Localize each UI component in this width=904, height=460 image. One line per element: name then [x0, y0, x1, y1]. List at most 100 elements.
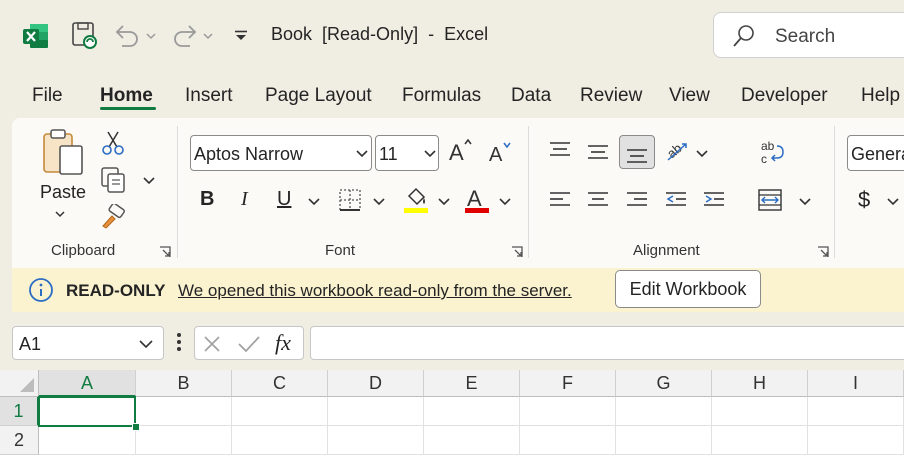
- wrap-text-icon[interactable]: ab c: [759, 138, 787, 166]
- accounting-format-button[interactable]: $: [858, 187, 870, 213]
- borders-icon[interactable]: [338, 188, 362, 212]
- cell-c1[interactable]: [232, 397, 328, 426]
- cell-d2[interactable]: [328, 426, 424, 455]
- increase-font-size-icon[interactable]: A: [448, 138, 474, 164]
- column-header-e[interactable]: E: [424, 370, 520, 397]
- select-all-corner[interactable]: [0, 370, 39, 397]
- cell-f1[interactable]: [520, 397, 616, 426]
- cell-c2[interactable]: [232, 426, 328, 455]
- format-painter-icon[interactable]: [100, 204, 126, 230]
- cell-h2[interactable]: [712, 426, 808, 455]
- alignment-launcher-icon[interactable]: [817, 246, 829, 258]
- column-header-g[interactable]: G: [616, 370, 712, 397]
- name-box[interactable]: A1: [12, 326, 164, 360]
- orientation-icon[interactable]: ab: [664, 138, 692, 166]
- clipboard-launcher-icon[interactable]: [159, 246, 171, 258]
- row-header-2[interactable]: 2: [0, 426, 39, 455]
- column-header-c[interactable]: C: [232, 370, 328, 397]
- tab-review[interactable]: Review: [580, 85, 642, 107]
- cell-e2[interactable]: [424, 426, 520, 455]
- undo-icon[interactable]: [114, 24, 140, 48]
- top-align-icon[interactable]: [548, 140, 572, 160]
- cell-d1[interactable]: [328, 397, 424, 426]
- tab-page-layout[interactable]: Page Layout: [265, 85, 372, 107]
- cell-a2[interactable]: [39, 426, 136, 455]
- paste-icon[interactable]: [42, 128, 86, 178]
- paste-label[interactable]: Paste: [40, 182, 86, 203]
- font-launcher-icon[interactable]: [511, 246, 523, 258]
- tab-file[interactable]: File: [32, 85, 63, 107]
- column-header-f[interactable]: F: [520, 370, 616, 397]
- cell-g2[interactable]: [616, 426, 712, 455]
- orientation-dropdown-icon[interactable]: [696, 150, 708, 158]
- cell-b2[interactable]: [136, 426, 232, 455]
- font-color-icon[interactable]: A: [464, 186, 490, 214]
- enter-icon[interactable]: [237, 334, 261, 354]
- cell-i1[interactable]: [808, 397, 904, 426]
- read-only-badge: READ-ONLY: [66, 281, 166, 300]
- number-format-dropdown[interactable]: General: [847, 135, 904, 171]
- row-header-1[interactable]: 1: [0, 397, 39, 426]
- search-box[interactable]: Search: [713, 12, 904, 58]
- middle-align-icon[interactable]: [586, 142, 610, 162]
- active-cell-a1[interactable]: [38, 396, 136, 427]
- align-right-icon[interactable]: [625, 190, 649, 210]
- column-header-d[interactable]: D: [328, 370, 424, 397]
- font-name-dropdown[interactable]: Aptos Narrow: [190, 135, 372, 171]
- tab-formulas[interactable]: Formulas: [402, 85, 481, 107]
- merge-center-icon[interactable]: [757, 187, 783, 213]
- cut-icon[interactable]: [102, 130, 124, 156]
- tab-insert[interactable]: Insert: [185, 85, 233, 107]
- align-center-icon[interactable]: [586, 190, 610, 210]
- italic-button[interactable]: I: [241, 188, 248, 211]
- decrease-indent-icon[interactable]: [664, 190, 688, 210]
- formula-input[interactable]: [310, 326, 904, 360]
- search-placeholder: Search: [775, 26, 836, 47]
- tab-home[interactable]: Home: [100, 85, 153, 107]
- column-header-a[interactable]: A: [39, 370, 136, 397]
- read-only-message-link[interactable]: We opened this workbook read-only from t…: [178, 281, 572, 301]
- column-header-i[interactable]: I: [808, 370, 904, 397]
- tab-view[interactable]: View: [669, 85, 710, 107]
- redo-icon[interactable]: [172, 24, 198, 48]
- tab-help[interactable]: Help: [861, 85, 900, 107]
- fill-color-icon[interactable]: [403, 186, 429, 214]
- fill-color-dropdown-icon[interactable]: [438, 198, 450, 206]
- redo-dropdown-icon[interactable]: [203, 32, 213, 40]
- copy-icon[interactable]: [100, 166, 126, 194]
- formula-bar: A1 fx: [0, 312, 904, 370]
- underline-button[interactable]: U: [277, 188, 291, 211]
- group-separator: [528, 126, 529, 258]
- cell-g1[interactable]: [616, 397, 712, 426]
- cancel-icon[interactable]: [203, 335, 221, 353]
- more-options-icon[interactable]: [176, 332, 182, 352]
- fill-handle[interactable]: [132, 423, 140, 431]
- undo-dropdown-icon[interactable]: [146, 32, 156, 40]
- tab-data[interactable]: Data: [511, 85, 551, 107]
- bottom-align-button[interactable]: [619, 135, 655, 169]
- font-color-dropdown-icon[interactable]: [499, 198, 511, 206]
- edit-workbook-button[interactable]: Edit Workbook: [615, 270, 761, 308]
- increase-indent-icon[interactable]: [702, 190, 726, 210]
- autosave-icon[interactable]: [72, 22, 98, 50]
- cell-e1[interactable]: [424, 397, 520, 426]
- tab-developer[interactable]: Developer: [741, 85, 828, 107]
- accounting-dropdown-icon[interactable]: [887, 198, 899, 206]
- underline-dropdown-icon[interactable]: [308, 198, 320, 206]
- cell-b1[interactable]: [136, 397, 232, 426]
- decrease-font-size-icon[interactable]: A: [488, 140, 514, 164]
- bold-button[interactable]: B: [200, 188, 214, 211]
- font-size-dropdown[interactable]: 11: [375, 135, 439, 171]
- cell-i2[interactable]: [808, 426, 904, 455]
- cell-f2[interactable]: [520, 426, 616, 455]
- column-header-b[interactable]: B: [136, 370, 232, 397]
- align-left-icon[interactable]: [548, 190, 572, 210]
- borders-dropdown-icon[interactable]: [373, 198, 385, 206]
- insert-function-button[interactable]: fx: [275, 330, 291, 356]
- merge-dropdown-icon[interactable]: [799, 198, 811, 206]
- customize-quick-access-icon[interactable]: [234, 30, 248, 42]
- cell-h1[interactable]: [712, 397, 808, 426]
- paste-dropdown-icon[interactable]: [55, 210, 65, 218]
- copy-dropdown-icon[interactable]: [143, 176, 155, 184]
- column-header-h[interactable]: H: [712, 370, 808, 397]
